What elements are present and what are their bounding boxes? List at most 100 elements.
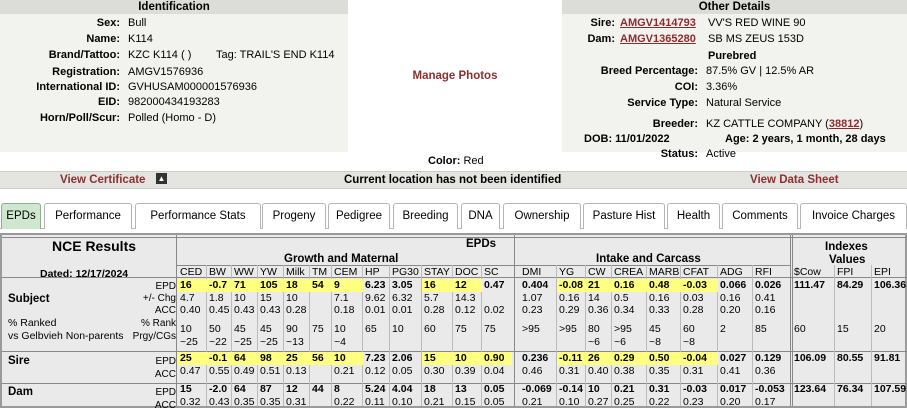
tab-epds[interactable]: EPDs xyxy=(1,203,41,229)
col-header: CED xyxy=(180,266,203,278)
dam-acc-cell: 0.32 xyxy=(180,396,201,408)
sire-acc-cell: 0.55 xyxy=(209,365,230,377)
dam-id-link[interactable]: AMGV1365280 xyxy=(620,31,696,47)
subject-acc-cell: 0.28 xyxy=(424,304,445,316)
sire-epd-cell: 0.236 xyxy=(522,352,549,364)
subject-acc-cell: 0.20 xyxy=(720,304,741,316)
dam-epd-cell: -0.14 xyxy=(559,383,583,395)
subject-epd-cell: -0.03 xyxy=(681,279,718,292)
col-header: WW xyxy=(234,266,254,278)
tab-pasture-hist[interactable]: Pasture Hist xyxy=(583,203,665,229)
sire-acc-cell: 0.51 xyxy=(260,365,281,377)
col-header: EPI xyxy=(874,266,891,278)
tab-progeny[interactable]: Progeny xyxy=(262,203,326,229)
identification-header: Identification xyxy=(0,0,348,14)
sire-epd-cell: -0.11 xyxy=(557,352,586,365)
subject-acc-cell: 0.45 xyxy=(209,304,230,316)
field-label: Sex: xyxy=(96,17,120,29)
subject-prgy-cell: ~6 xyxy=(588,336,600,348)
subject-epd-cell: 6.23 xyxy=(365,279,386,291)
tab-performance-stats[interactable]: Performance Stats xyxy=(135,203,261,229)
tab-health[interactable]: Health xyxy=(667,203,720,229)
epds-header: EPDs xyxy=(466,238,497,250)
subject-rank-cell: 90 xyxy=(286,323,298,335)
dam-acc-cell: 0.10 xyxy=(392,396,413,408)
dam-acc-cell: 0.23 xyxy=(683,396,704,408)
col-header: FPI xyxy=(837,266,854,278)
col-header: Milk xyxy=(286,266,305,278)
subject-epd-cell: 106.36 xyxy=(874,279,907,291)
identification-row: EID: 982000434193283 xyxy=(0,94,348,110)
col-header: CW xyxy=(588,266,606,278)
tab-pedigree[interactable]: Pedigree xyxy=(328,203,390,229)
color-value: Red xyxy=(463,155,484,167)
sire-acc-cell: 0.05 xyxy=(392,365,413,377)
subject-epd-cell: 9 xyxy=(332,279,363,292)
tab-performance[interactable]: Performance xyxy=(44,203,132,229)
sire-epd-cell: 0.027 xyxy=(720,352,747,364)
subject-prgy-cell: ~13 xyxy=(286,336,304,348)
subject-epd-cell: 0.404 xyxy=(522,279,549,291)
tab-ownership[interactable]: Ownership xyxy=(503,203,581,229)
subject-rank-cell: 10 xyxy=(392,323,404,335)
dam-epd-cell: 123.64 xyxy=(794,383,827,395)
dam-epd-cell: 44 xyxy=(312,383,324,395)
subject-rank-cell: 50 xyxy=(209,323,221,335)
dam-acc-cell: 0.17 xyxy=(755,396,776,408)
field-label: Brand/Tattoo: xyxy=(48,49,120,61)
subject-rank-cell: 45 xyxy=(234,323,246,335)
subject-epd-cell: 71 xyxy=(232,279,258,292)
sire-epd-cell: 15 xyxy=(422,352,453,365)
dated-label: Dated: 12/17/2024 xyxy=(40,268,129,280)
subject-rank-cell: 60 xyxy=(424,323,436,335)
sire-label: Sire: xyxy=(590,17,615,29)
subject-acc-cell: 0.36 xyxy=(588,304,609,316)
sire-epd-cell: 25 xyxy=(284,352,310,365)
dam-epd-cell: 4.04 xyxy=(392,383,413,395)
dam-acc-cell: 0.43 xyxy=(209,396,230,408)
subject-acc-cell: 0.16 xyxy=(755,304,776,316)
dam-acc-cell: 0.15 xyxy=(455,396,476,408)
subject-rank-cell: 80 xyxy=(588,323,600,335)
subject-acc-cell: 0.02 xyxy=(484,304,505,316)
breeder-link[interactable]: 38812 xyxy=(829,118,860,130)
sire-id-link[interactable]: AMGV1414793 xyxy=(620,15,696,31)
grid-line xyxy=(176,235,177,406)
subject-epd-cell: -0.7 xyxy=(207,279,232,292)
field-value: 982000434193283 xyxy=(128,96,220,108)
subject-rank-cell: 10 xyxy=(180,323,192,335)
tab-dna[interactable]: DNA xyxy=(461,203,500,229)
field-value: 87.5% GV | 12.5% AR xyxy=(706,65,815,77)
color-label: Color: xyxy=(428,155,461,167)
subject-rank-cell: 60 xyxy=(683,323,695,335)
col-header: HP xyxy=(365,266,380,278)
field-label: COI: xyxy=(674,81,698,93)
identification-row: Registration: AMGV1576936 xyxy=(0,64,348,80)
manage-photos-link[interactable]: Manage Photos xyxy=(413,70,498,82)
dam-epd-cell: -0.053 xyxy=(755,383,785,395)
print-icon[interactable]: ▲ xyxy=(156,173,167,184)
sire-acc-cell: 0.21 xyxy=(334,365,355,377)
tab-comments[interactable]: Comments xyxy=(722,203,798,229)
subject-epd-cell: 111.47 xyxy=(794,279,825,291)
tab-invoice-charges[interactable]: Invoice Charges xyxy=(800,203,907,229)
dam-epd-cell: 10 xyxy=(588,383,600,395)
view-certificate-link[interactable]: View Certificate xyxy=(60,174,145,186)
col-header: DOC xyxy=(455,266,479,278)
subject-rank-cell: 75 xyxy=(484,323,496,335)
subject-prgy-cell: ~4 xyxy=(334,336,346,348)
dam-acc-cell: 0.22 xyxy=(649,396,670,408)
dam-acc-cell: 0.35 xyxy=(234,396,255,408)
subject-epd-cell: 84.29 xyxy=(837,279,864,291)
dam-acc-cell: 0.25 xyxy=(614,396,635,408)
col-header: TM xyxy=(312,266,328,278)
row-label: % Rank xyxy=(140,318,176,329)
subject-acc-cell: 0.43 xyxy=(234,304,255,316)
subject-rank-cell: >95 xyxy=(522,323,540,335)
subject-rank-cell: >95 xyxy=(614,323,632,335)
identification-row: International ID: GVHUSAM000001576936 xyxy=(0,79,348,95)
sire-acc-cell: 0.40 xyxy=(588,365,609,377)
view-data-sheet-link[interactable]: View Data Sheet xyxy=(750,174,839,186)
tab-breeding[interactable]: Breeding xyxy=(393,203,458,229)
dam-acc-cell: 0.11 xyxy=(365,396,385,408)
